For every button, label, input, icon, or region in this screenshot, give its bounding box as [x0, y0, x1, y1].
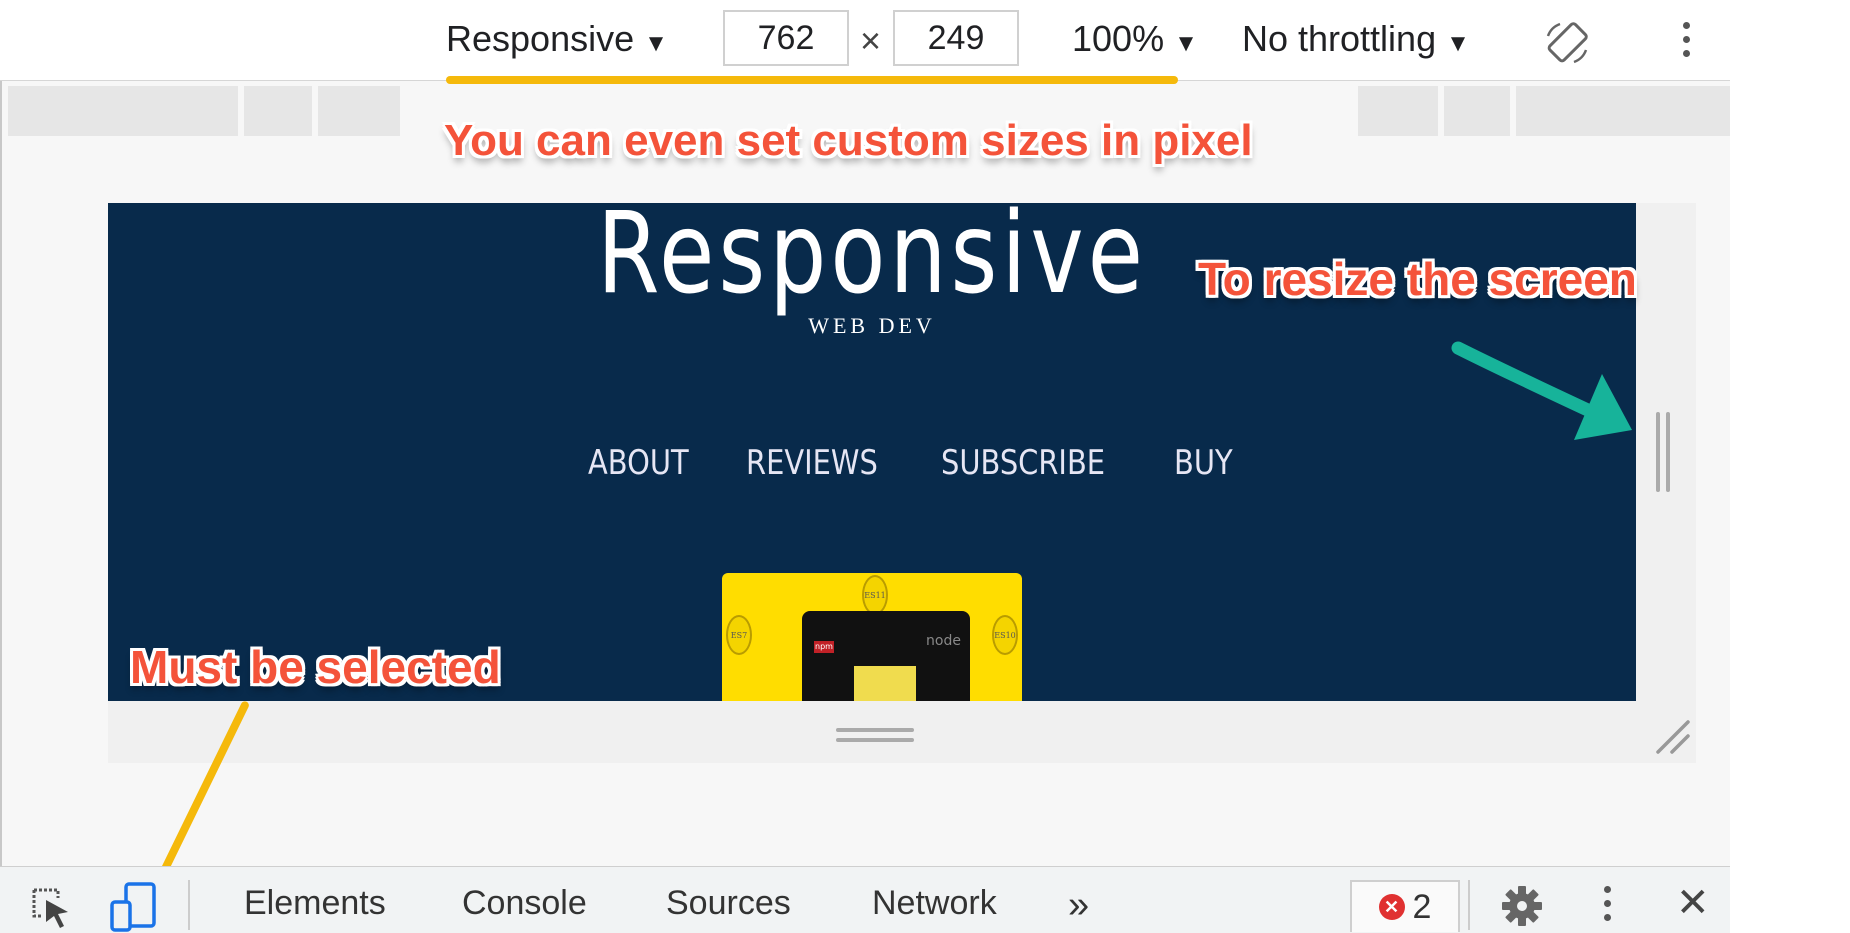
- corner-resize-icon[interactable]: [1654, 716, 1694, 756]
- annotation-custom-sizes: You can even set custom sizes in pixel: [444, 116, 1253, 165]
- annotation-resize: To resize the screen: [1198, 253, 1637, 305]
- times-sign: ×: [860, 20, 882, 61]
- window-edge: [0, 0, 2, 932]
- site-subtitle: WEB DEV: [808, 313, 936, 338]
- book-cover-image: ES11 ES7 ES10 npm node: [722, 573, 1022, 701]
- chevron-down-icon: ▼: [644, 30, 668, 57]
- nav-buy[interactable]: BUY: [1174, 443, 1233, 493]
- teal-arrow-icon: [1451, 341, 1632, 440]
- close-icon[interactable]: ✕: [1676, 880, 1710, 926]
- badge-es10: ES10: [992, 615, 1018, 655]
- throttling-label: No throttling: [1242, 18, 1437, 59]
- site-nav: ABOUT REVIEWS SUBSCRIBE BUY: [588, 443, 1243, 493]
- node-logo: node: [926, 633, 961, 649]
- more-tabs-icon[interactable]: »: [1068, 884, 1089, 927]
- badge-es11: ES11: [862, 575, 888, 615]
- kebab-icon[interactable]: [1604, 886, 1611, 928]
- tab-elements[interactable]: Elements: [244, 884, 386, 923]
- tab-sources[interactable]: Sources: [666, 884, 791, 923]
- laptop-screen: npm node: [802, 611, 970, 701]
- gear-icon[interactable]: [1500, 884, 1544, 928]
- nav-about[interactable]: ABOUT: [588, 443, 689, 493]
- rotate-icon[interactable]: [1542, 18, 1592, 68]
- device-select[interactable]: Responsive ▼: [446, 18, 668, 60]
- nav-subscribe[interactable]: SUBSCRIBE: [941, 443, 1105, 493]
- zoom-select[interactable]: 100% ▼: [1072, 18, 1198, 60]
- height-input[interactable]: 249: [893, 10, 1019, 66]
- chevron-down-icon: ▼: [1174, 30, 1198, 57]
- error-counter[interactable]: ✕ 2: [1350, 880, 1460, 932]
- toolbar-divider: [188, 880, 190, 930]
- badge-es7: ES7: [726, 615, 752, 655]
- horizontal-resize-handle[interactable]: [836, 728, 914, 744]
- width-input[interactable]: 762: [723, 10, 849, 66]
- vertical-resize-handle[interactable]: [1656, 412, 1676, 492]
- device-toolbar-icon[interactable]: [108, 880, 158, 932]
- highlight-underline: [446, 76, 1178, 84]
- kebab-icon[interactable]: [1683, 22, 1690, 64]
- nav-reviews[interactable]: REVIEWS: [746, 443, 878, 493]
- inspect-icon[interactable]: [30, 886, 74, 930]
- js-logo-block: [854, 666, 916, 701]
- throttling-select[interactable]: No throttling ▼: [1242, 18, 1470, 60]
- npm-logo: npm: [814, 641, 834, 653]
- annotation-must-select: Must be selected: [130, 641, 501, 693]
- error-count: 2: [1412, 887, 1432, 926]
- toolbar-divider: [1468, 880, 1470, 930]
- tab-network[interactable]: Network: [872, 884, 997, 923]
- error-icon: ✕: [1378, 894, 1405, 920]
- chevron-down-icon: ▼: [1446, 30, 1470, 57]
- tab-console[interactable]: Console: [462, 884, 587, 923]
- device-select-label: Responsive: [446, 18, 635, 59]
- zoom-label: 100%: [1072, 18, 1165, 59]
